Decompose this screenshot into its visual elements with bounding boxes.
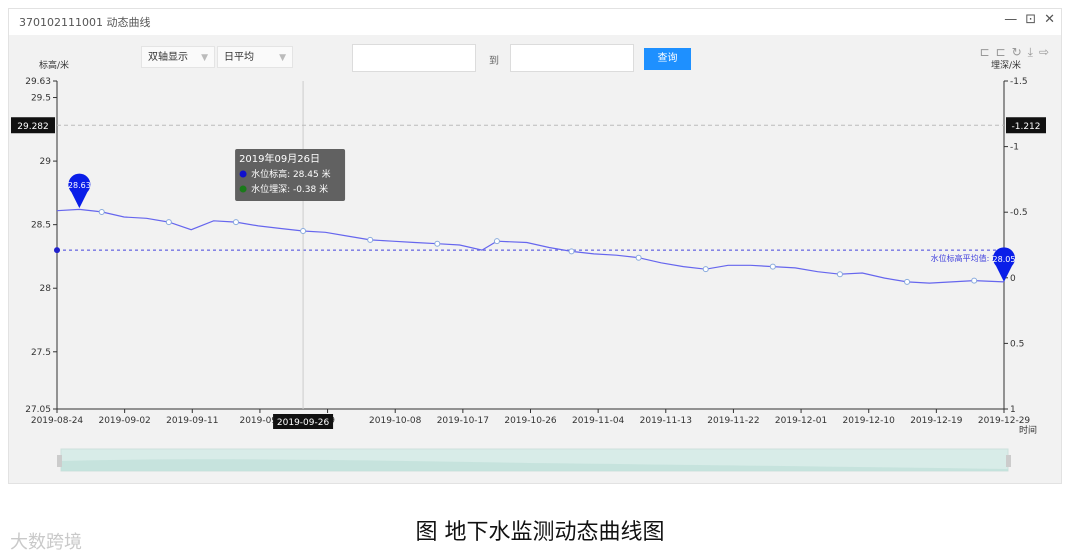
max-marker-label: 28.63	[68, 181, 91, 190]
crosshair-right-value: -1.212	[1011, 122, 1040, 132]
data-point	[367, 236, 374, 243]
y-left-tick-label: 28.5	[31, 221, 51, 231]
data-point	[702, 266, 709, 273]
x-tick-label: 2019-08-24	[31, 416, 84, 426]
x-tick-label: 2019-12-29	[978, 416, 1031, 426]
tooltip-row-text: 水位埋深: -0.38 米	[251, 183, 328, 195]
crosshair-left-value: 29.282	[17, 122, 49, 132]
x-tick-label: 2019-10-26	[504, 416, 557, 426]
x-tick-label: 2019-11-22	[707, 416, 759, 426]
y-right-tick-label: 0.5	[1010, 339, 1024, 349]
y-right-tick-label: -0.5	[1010, 208, 1028, 218]
x-tick-label: 2019-12-19	[910, 416, 963, 426]
average-line-label: 水位标高平均值: 28	[931, 253, 1002, 263]
x-tick-label: 2019-10-17	[437, 416, 489, 426]
x-tick-label: 2019-11-04	[572, 416, 625, 426]
watermark-logo: 大数跨境	[10, 532, 82, 553]
series-line-water-level	[56, 208, 1005, 284]
x-tick-label: 2019-11-13	[640, 416, 692, 426]
crosshair-x-value: 2019-09-26	[277, 418, 330, 428]
zoom-slider-left-handle	[57, 455, 62, 467]
tooltip-title: 2019年09月26日	[239, 152, 320, 165]
y-left-tick-label: 29.63	[25, 77, 51, 87]
max-marker-pin	[68, 173, 91, 209]
y-right-tick-label: -1.5	[1010, 77, 1028, 87]
data-point	[836, 271, 843, 278]
x-tick-label: 2019-12-10	[843, 416, 896, 426]
figure-caption: 图 地下水监测动态曲线图	[415, 520, 665, 545]
tooltip-series-dot	[239, 185, 247, 193]
tooltip-row-text: 水位标高: 28.45 米	[251, 168, 331, 180]
data-point	[971, 277, 978, 284]
y-right-axis-label: 埋深/米	[991, 59, 1021, 71]
min-marker-label: 28.05	[993, 255, 1016, 264]
y-right-tick-label: -1	[1010, 143, 1019, 153]
data-point	[904, 278, 911, 285]
y-right-tick-label: 1	[1010, 405, 1016, 415]
y-right-tick-label: 0	[1010, 274, 1016, 284]
x-tick-label: 2019-09-11	[166, 416, 218, 426]
data-point	[98, 208, 105, 215]
x-tick-label: 2019-09-02	[98, 416, 150, 426]
data-point	[769, 263, 776, 270]
x-tick-label: 2019-10-08	[369, 416, 422, 426]
water-level-chart[interactable]: 标高/米 埋深/米时间29.6329.52928.52827.527.05-1.5…	[9, 9, 1061, 483]
y-left-tick-label: 29	[40, 157, 52, 167]
data-point	[165, 219, 172, 226]
data-point	[300, 228, 307, 235]
zoom-slider-right-handle	[1006, 455, 1011, 467]
data-point	[635, 254, 642, 261]
data-point	[434, 240, 441, 247]
chart-window: 370102111001 动态曲线 — ⊡ ✕ 双轴显示 ▼ 日平均 ▼ 到 查询 …	[8, 8, 1062, 484]
tooltip-series-dot	[239, 170, 247, 178]
y-left-axis-label: 标高/米	[39, 59, 69, 71]
x-tick-label: 2019-12-01	[775, 416, 827, 426]
y-left-tick-label: 27.5	[31, 348, 51, 358]
y-left-tick-label: 28	[40, 284, 52, 294]
data-point	[568, 248, 575, 255]
data-point	[493, 238, 500, 245]
y-left-tick-label: 29.5	[31, 94, 51, 104]
average-line-start-point	[54, 247, 60, 254]
data-point	[232, 219, 239, 226]
y-left-tick-label: 27.05	[25, 405, 51, 415]
